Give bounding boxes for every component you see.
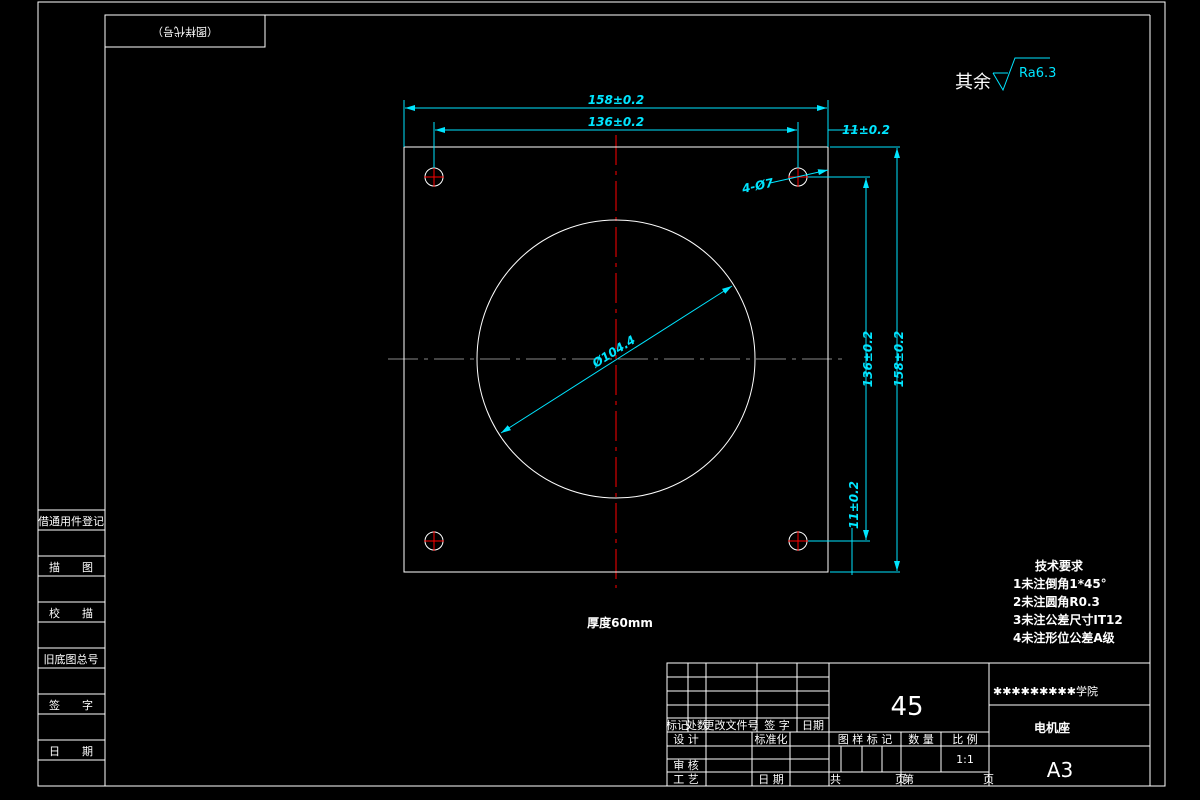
side-label: 借通用件登记 [38,514,104,528]
side-label: 签 字 [49,698,93,712]
dim-hole-spacing-y: 136±0.2 [861,331,875,387]
tech-item: 1未注倒角1*45° [1013,576,1107,591]
drawing-code-label: （图样代号） [152,25,218,39]
side-label: 旧底图总号 [44,652,99,666]
tech-item: 3未注公差尺寸IT12 [1013,612,1123,627]
drawing-code-box: （图样代号） [104,14,266,48]
total-pages-label: 共 [830,773,841,786]
surface-prefix: 其余 [955,72,991,93]
date-label: 日 期 [758,773,784,786]
surface-roughness-note: 其余 Ra6.3 [955,57,1056,93]
roughness-value: Ra6.3 [1019,66,1056,81]
side-column: 借通用件登记 描 图 校 描 旧底图总号 签 字 日 期 [38,509,105,761]
side-label: 描 图 [49,560,93,574]
dim-overall-width: 158±0.2 [588,93,644,107]
part-name: 电机座 [1034,720,1070,735]
dim-bore-diameter: Ø104.4 [589,333,638,371]
scale-value: 1:1 [956,753,974,766]
dim-overall-height: 158±0.2 [892,331,906,387]
review-label: 审 核 [673,758,699,772]
title-block: 标记 处数 更改文件号 签 字 日期 设 计 标准化 审 核 工 艺 日 期 4… [666,662,1151,787]
dim-edge-offset-y: 11±0.2 [847,481,861,529]
qty-header: 数 量 [908,733,934,746]
rev-header: 签 字 [764,718,790,732]
drawing-canvas: （图样代号） 其余 Ra6.3 158±0.2 136±0.2 11±0.2 1… [37,1,1166,787]
scale-header: 比 例 [952,732,978,746]
standardize-label: 标准化 [755,732,788,746]
school-name: ✱✱✱✱✱✱✱✱✱学院 [993,684,1098,698]
dim-hole-callout: 4-Ø7 [740,175,776,196]
dim-hole-spacing-x: 136±0.2 [588,115,644,129]
rev-header: 日期 [802,719,824,732]
rev-header: 标记 [666,718,688,732]
side-label: 日 期 [49,745,93,758]
material: 45 [890,692,923,722]
rev-header: 更改文件号 [704,718,759,732]
tech-item: 2未注圆角R0.3 [1013,594,1100,609]
mark-header: 图 样 标 记 [838,732,893,746]
page-no-label: 第 [903,772,914,786]
design-label: 设 计 [673,733,699,746]
tech-item: 4未注形位公差A级 [1013,630,1115,645]
dim-edge-offset-x: 11±0.2 [842,123,890,137]
thickness-note: 厚度60mm [587,615,653,630]
page-unit: 页 [983,773,994,786]
tech-title: 技术要求 [1035,558,1084,573]
side-label: 校 描 [49,606,93,620]
sheet-size: A3 [1047,758,1073,782]
process-label: 工 艺 [673,773,699,786]
tech-requirements: 技术要求 1未注倒角1*45° 2未注圆角R0.3 3未注公差尺寸IT12 4未… [1013,558,1123,645]
